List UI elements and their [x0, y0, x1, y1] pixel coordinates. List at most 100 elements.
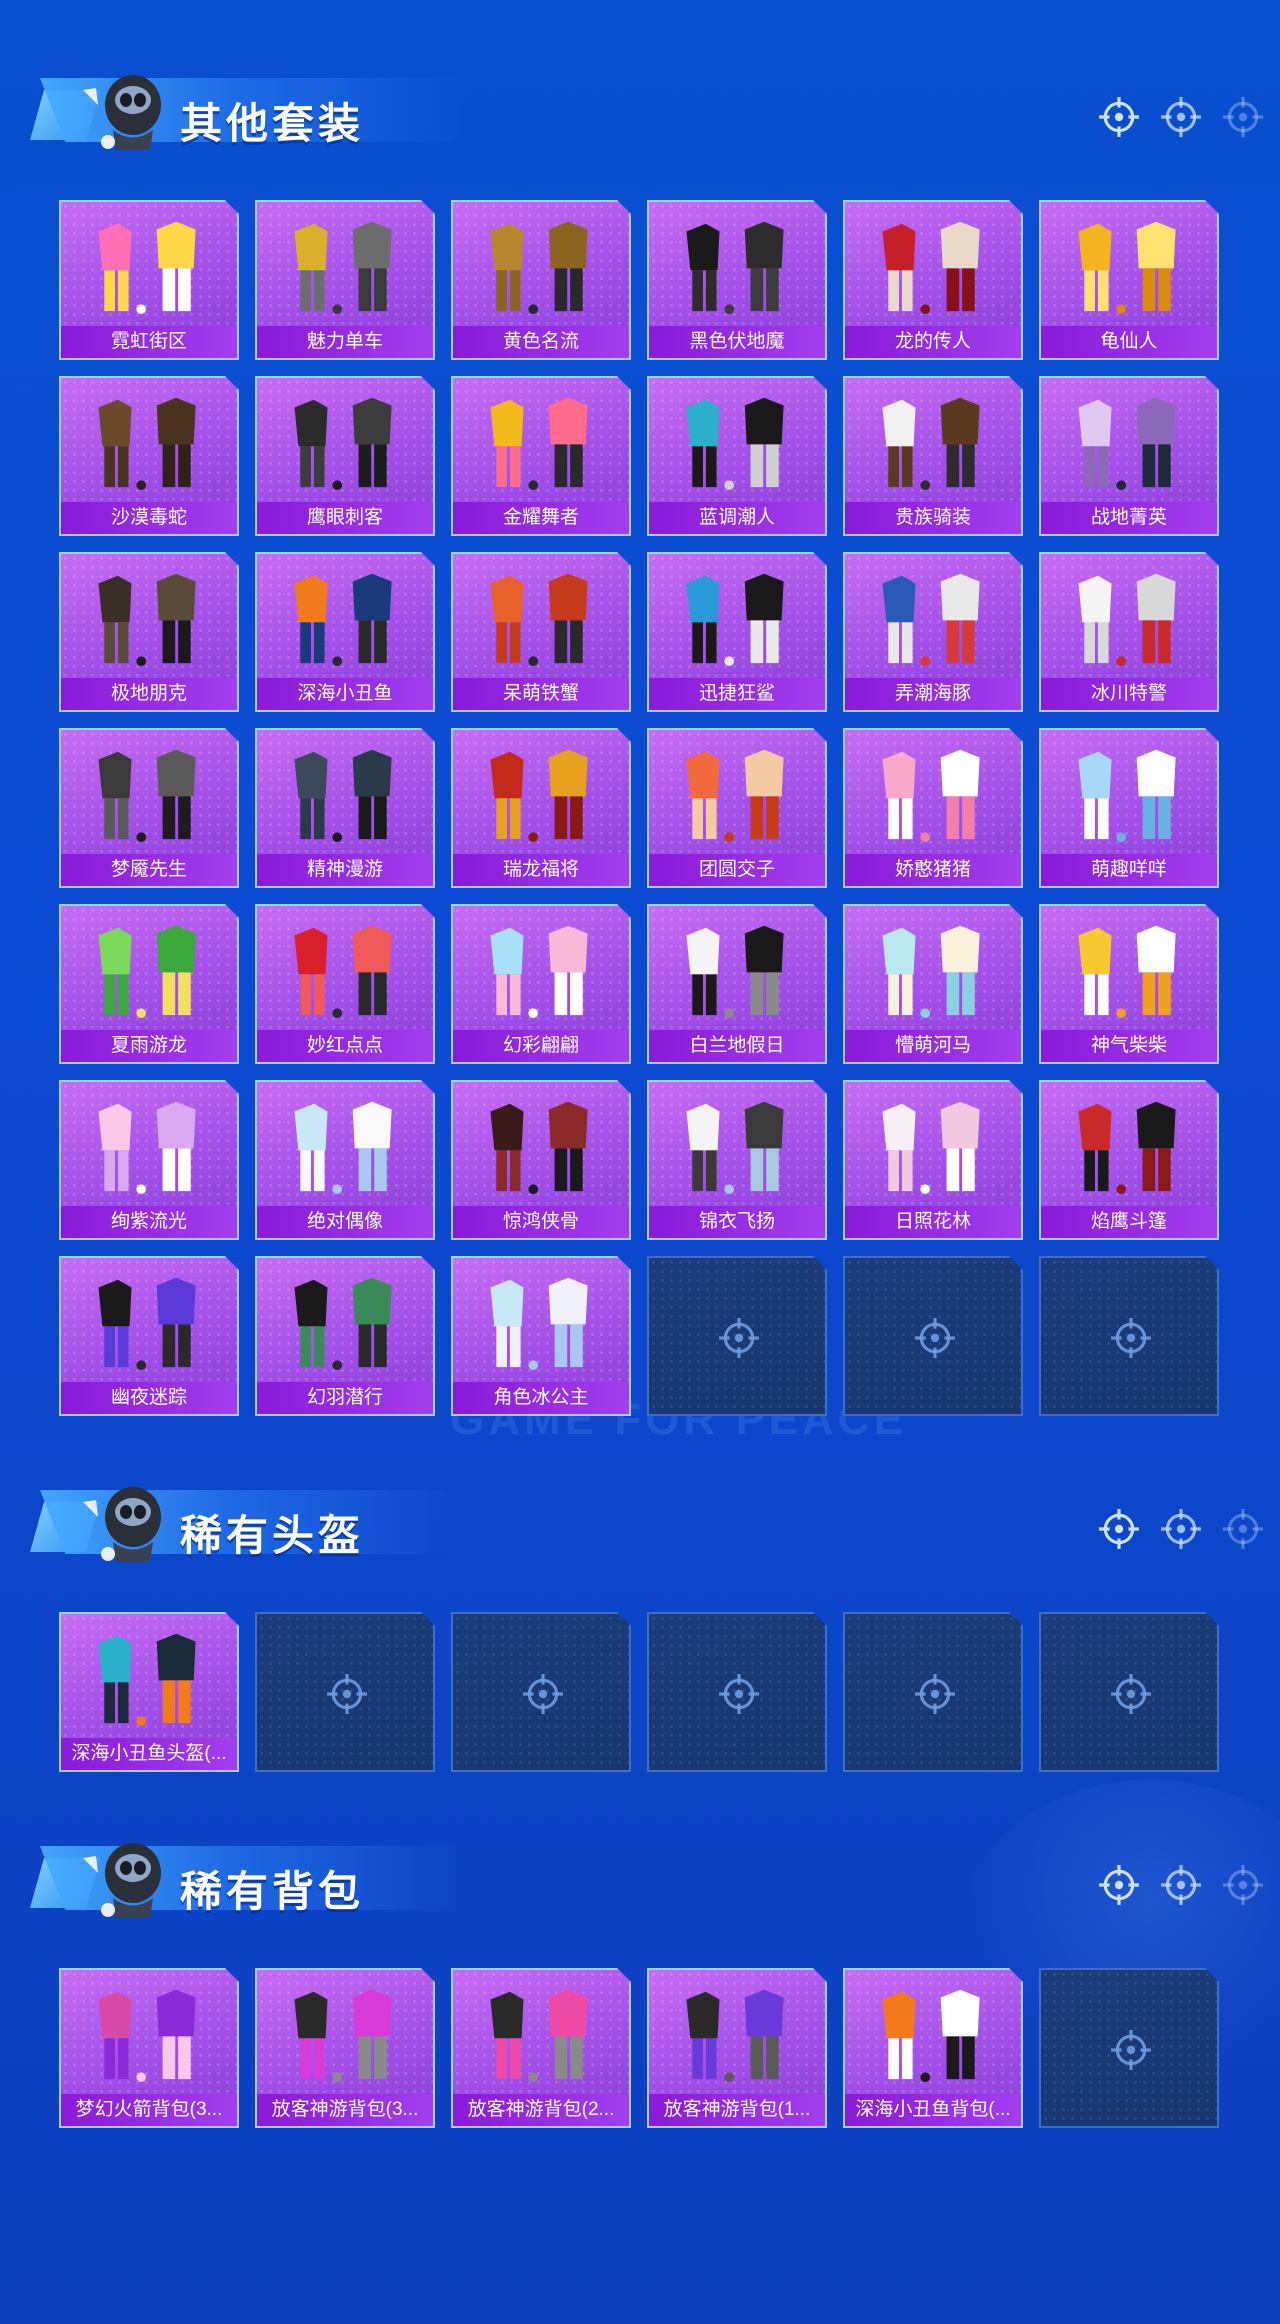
item-card[interactable]: 夏雨游龙 — [59, 904, 239, 1064]
empty-slot — [1039, 1968, 1219, 2128]
item-card[interactable]: 极地朋克 — [59, 552, 239, 712]
item-label: 幻羽潜行 — [257, 1382, 433, 1414]
item-label: 梦魇先生 — [61, 854, 237, 886]
crosshair-icon — [1161, 97, 1201, 137]
item-card[interactable]: 龟仙人 — [1039, 200, 1219, 360]
section-header: 稀有头盔 — [30, 1462, 460, 1572]
item-card[interactable]: 惊鸿侠骨 — [451, 1080, 631, 1240]
item-image — [473, 214, 609, 321]
item-label: 焰鹰斗篷 — [1041, 1206, 1217, 1238]
item-card[interactable]: 沙漠毒蛇 — [59, 376, 239, 536]
item-card[interactable]: 锦衣飞扬 — [647, 1080, 827, 1240]
item-card[interactable]: 日照花林 — [843, 1080, 1023, 1240]
item-image — [669, 1982, 805, 2089]
item-card[interactable]: 懵萌河马 — [843, 904, 1023, 1064]
item-label: 瑞龙福将 — [453, 854, 629, 886]
item-image — [669, 566, 805, 673]
item-image — [81, 214, 217, 321]
item-image — [473, 1982, 609, 2089]
item-image — [277, 918, 413, 1025]
item-image — [865, 742, 1001, 849]
item-card[interactable]: 霓虹街区 — [59, 200, 239, 360]
item-card[interactable]: 精神漫游 — [255, 728, 435, 888]
item-card[interactable]: 绝对偶像 — [255, 1080, 435, 1240]
item-card[interactable]: 萌趣咩咩 — [1039, 728, 1219, 888]
item-label: 战地菁英 — [1041, 502, 1217, 534]
item-label: 深海小丑鱼 — [257, 678, 433, 710]
item-card[interactable]: 放客神游背包(2... — [451, 1968, 631, 2128]
item-card[interactable]: 幽夜迷踪 — [59, 1256, 239, 1416]
item-card[interactable]: 魅力单车 — [255, 200, 435, 360]
item-label: 蓝调潮人 — [649, 502, 825, 534]
item-card[interactable]: 妙红点点 — [255, 904, 435, 1064]
item-image — [81, 742, 217, 849]
item-label: 呆萌铁蟹 — [453, 678, 629, 710]
item-card[interactable]: 蓝调潮人 — [647, 376, 827, 536]
item-image — [277, 742, 413, 849]
helmet-grid: 深海小丑鱼头盔(... — [59, 1612, 1219, 1772]
item-label: 萌趣咩咩 — [1041, 854, 1217, 886]
item-card[interactable]: 梦幻火箭背包(3... — [59, 1968, 239, 2128]
empty-slot — [1039, 1256, 1219, 1416]
item-label: 娇憨猪猪 — [845, 854, 1021, 886]
item-label: 极地朋克 — [61, 678, 237, 710]
item-card[interactable]: 白兰地假日 — [647, 904, 827, 1064]
item-card[interactable]: 龙的传人 — [843, 200, 1023, 360]
item-label: 绚紫流光 — [61, 1206, 237, 1238]
item-image — [473, 742, 609, 849]
item-card[interactable]: 绚紫流光 — [59, 1080, 239, 1240]
item-image — [277, 214, 413, 321]
item-image — [277, 1270, 413, 1377]
item-card[interactable]: 贵族骑装 — [843, 376, 1023, 536]
item-card[interactable]: 放客神游背包(1... — [647, 1968, 827, 2128]
item-card[interactable]: 瑞龙福将 — [451, 728, 631, 888]
item-card[interactable]: 深海小丑鱼背包(... — [843, 1968, 1023, 2128]
item-label: 懵萌河马 — [845, 1030, 1021, 1062]
item-label: 龟仙人 — [1041, 326, 1217, 358]
mascot-icon — [83, 75, 161, 150]
item-label: 霓虹街区 — [61, 326, 237, 358]
item-card[interactable]: 梦魇先生 — [59, 728, 239, 888]
crosshair-icon — [1099, 1509, 1139, 1549]
item-card[interactable]: 迅捷狂鲨 — [647, 552, 827, 712]
item-card[interactable]: 金耀舞者 — [451, 376, 631, 536]
item-card[interactable]: 幻彩翩翩 — [451, 904, 631, 1064]
item-card[interactable]: 深海小丑鱼 — [255, 552, 435, 712]
section-header: 其他套装 — [30, 50, 460, 160]
item-image — [1061, 566, 1197, 673]
item-card[interactable]: 角色冰公主 — [451, 1256, 631, 1416]
item-card[interactable]: 幻羽潜行 — [255, 1256, 435, 1416]
item-label: 锦衣飞扬 — [649, 1206, 825, 1238]
item-image — [277, 390, 413, 497]
item-card[interactable]: 深海小丑鱼头盔(... — [59, 1612, 239, 1772]
crosshair-decoration — [1098, 96, 1264, 138]
item-card[interactable]: 团圆交子 — [647, 728, 827, 888]
item-card[interactable]: 黑色伏地魔 — [647, 200, 827, 360]
item-card[interactable]: 娇憨猪猪 — [843, 728, 1023, 888]
crosshair-icon — [1223, 97, 1263, 137]
item-card[interactable]: 放客神游背包(3... — [255, 1968, 435, 2128]
item-card[interactable]: 神气柴柴 — [1039, 904, 1219, 1064]
item-label: 幻彩翩翩 — [453, 1030, 629, 1062]
item-image — [81, 1626, 217, 1733]
item-card[interactable]: 呆萌铁蟹 — [451, 552, 631, 712]
item-card[interactable]: 战地菁英 — [1039, 376, 1219, 536]
empty-slot — [647, 1256, 827, 1416]
item-label: 梦幻火箭背包(3... — [61, 2094, 237, 2126]
item-label: 金耀舞者 — [453, 502, 629, 534]
item-image — [669, 390, 805, 497]
crosshair-icon — [718, 1317, 760, 1359]
item-image — [669, 1094, 805, 1201]
item-image — [81, 390, 217, 497]
item-image — [865, 1094, 1001, 1201]
item-label: 龙的传人 — [845, 326, 1021, 358]
item-card[interactable]: 鹰眼刺客 — [255, 376, 435, 536]
crosshair-icon — [326, 1673, 368, 1715]
item-card[interactable]: 焰鹰斗篷 — [1039, 1080, 1219, 1240]
item-card[interactable]: 黄色名流 — [451, 200, 631, 360]
item-label: 贵族骑装 — [845, 502, 1021, 534]
item-card[interactable]: 弄潮海豚 — [843, 552, 1023, 712]
mascot-icon — [83, 1843, 161, 1918]
item-image — [865, 566, 1001, 673]
item-card[interactable]: 冰川特警 — [1039, 552, 1219, 712]
